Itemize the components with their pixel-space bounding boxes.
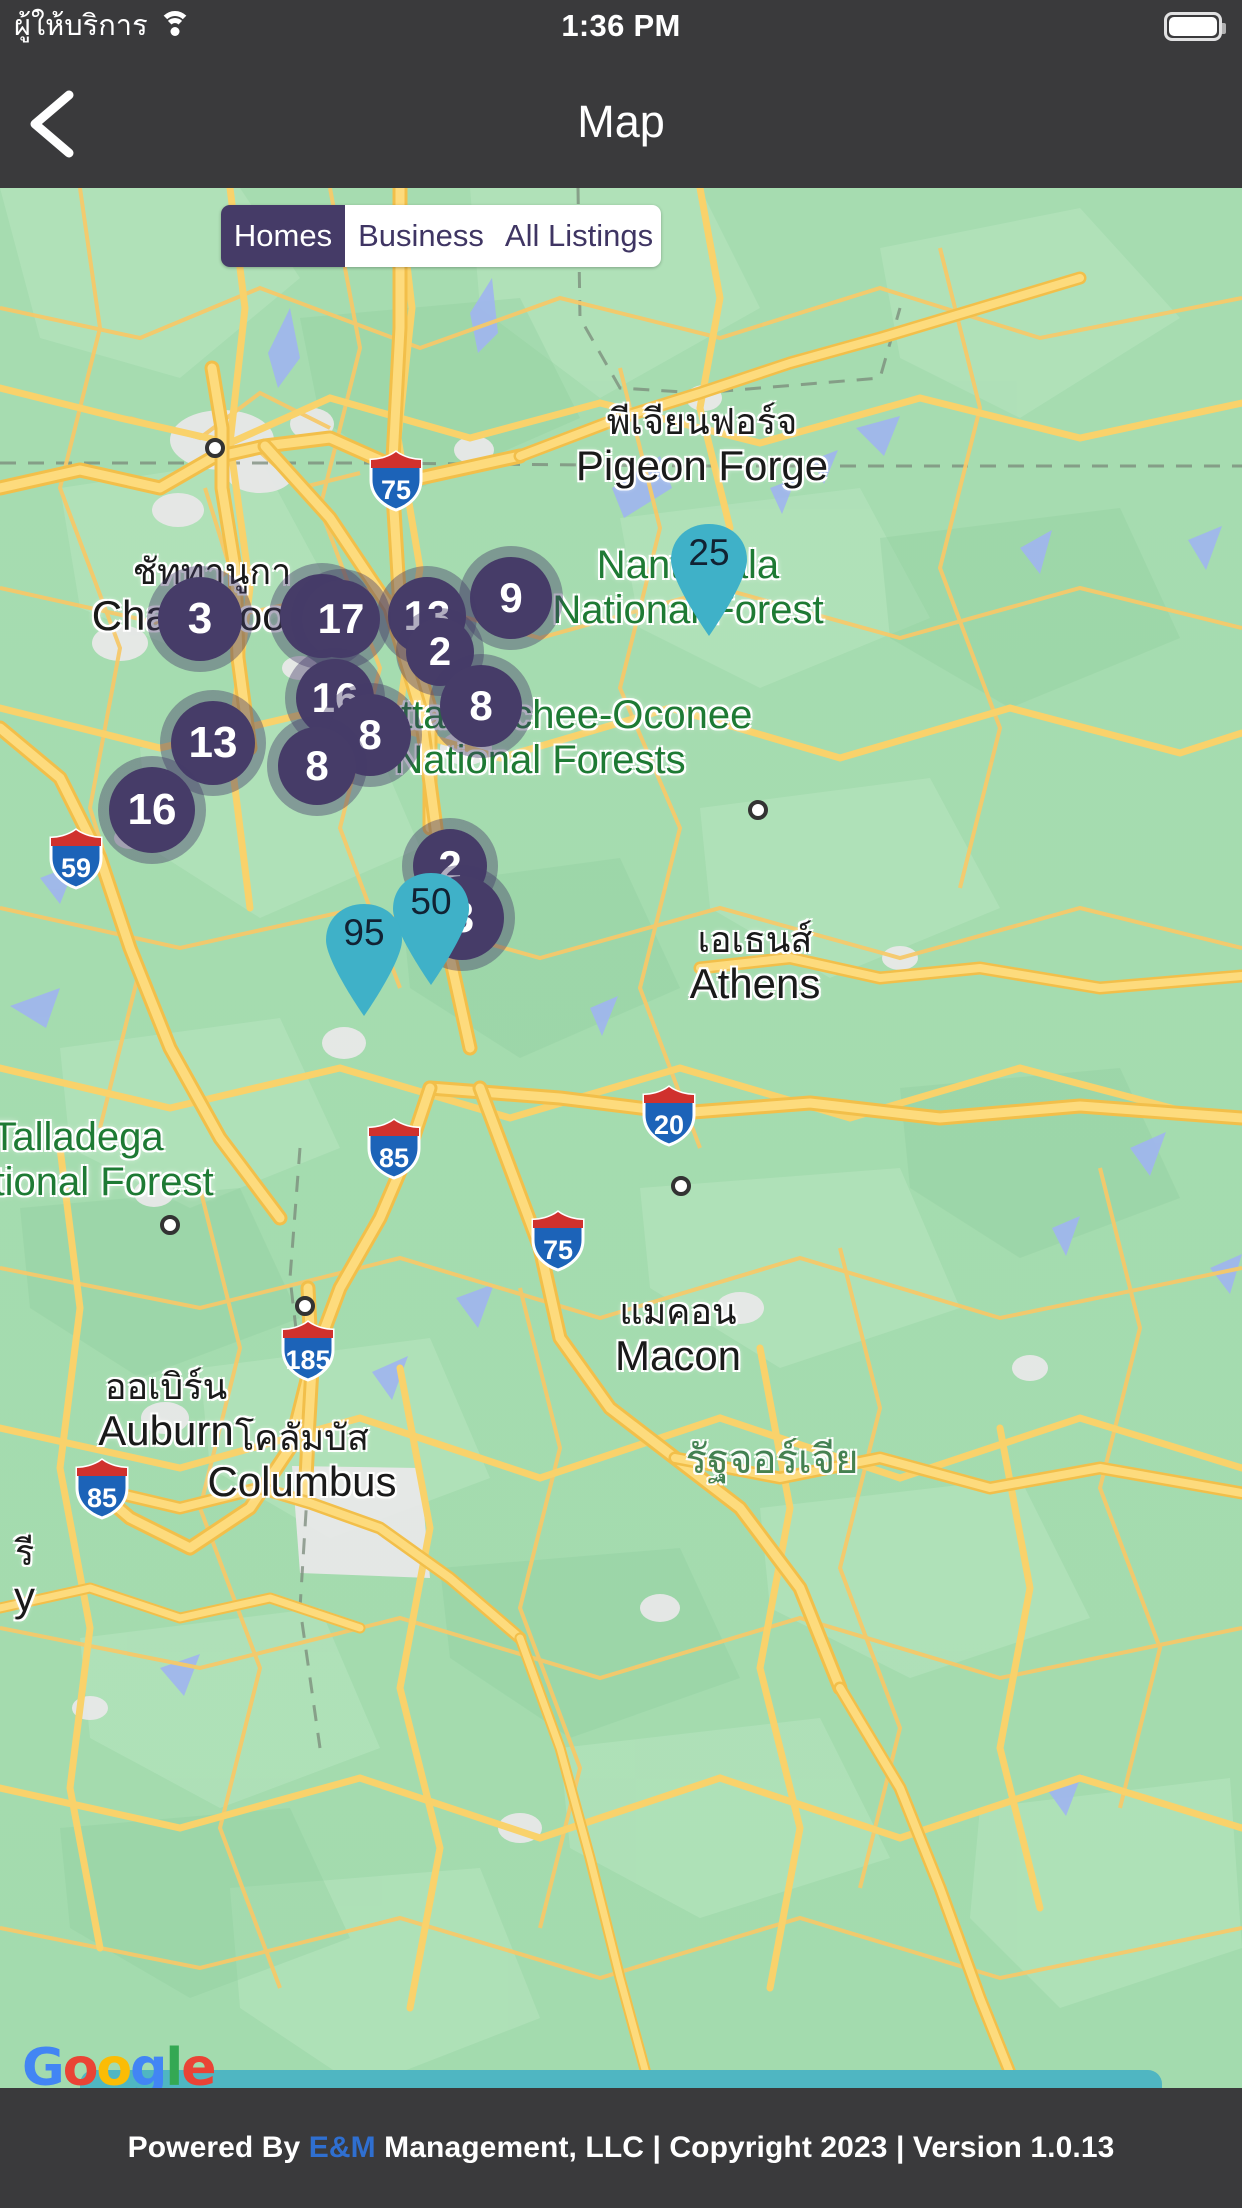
segment-business[interactable]: Business [345, 205, 497, 267]
highway-shield-number: 75 [380, 475, 412, 505]
map-pin-marker[interactable]: 25 [665, 522, 753, 638]
highway-shield-i59: 59 [48, 828, 104, 890]
map-cluster-count: 3 [187, 594, 213, 643]
highway-shield-i20: 20 [641, 1085, 697, 1147]
highway-shield-number: 85 [86, 1483, 118, 1513]
city-dot-macon [671, 1176, 691, 1196]
highway-shield-i75-south: 75 [530, 1210, 586, 1272]
map-cluster-marker[interactable]: 8 [429, 654, 533, 758]
map-cluster-count: 16 [127, 785, 177, 834]
highway-shield-i185: 185 [280, 1320, 336, 1382]
app-screen: ผู้ให้บริการ 1:36 PM Map Homes Business … [0, 0, 1242, 2208]
highway-shield-number: 185 [285, 1345, 331, 1375]
battery-icon [1164, 12, 1226, 41]
footer-credit: Powered By E&M Management, LLC | Copyrig… [128, 2131, 1115, 2165]
listing-type-segmented-control[interactable]: Homes Business All Listings [221, 205, 661, 267]
map-canvas[interactable]: Homes Business All Listings พีเจียนฟอร์จ… [0, 188, 1242, 2120]
highway-shield-number: 59 [60, 853, 92, 883]
highway-shield-number: 85 [378, 1143, 410, 1173]
footer-brand: E&M [308, 2131, 376, 2164]
highway-shield-number: 20 [653, 1110, 685, 1140]
city-dot-auburn [160, 1215, 180, 1235]
highway-shield-i85-auburn: 85 [74, 1458, 130, 1520]
map-pin-count: 95 [343, 912, 385, 953]
status-bar-time: 1:36 PM [561, 8, 681, 43]
map-cluster-marker[interactable]: 3 [147, 566, 253, 672]
map-cluster-count: 8 [469, 682, 493, 729]
map-cluster-count: 8 [305, 742, 329, 789]
page-title: Map [577, 96, 665, 147]
highway-shield-i85-atlanta: 85 [366, 1118, 422, 1180]
footer-bar: Powered By E&M Management, LLC | Copyrig… [0, 2088, 1242, 2208]
highway-shield-number: 75 [542, 1235, 574, 1265]
map-cluster-count: 9 [499, 574, 523, 621]
nav-bar: Map [0, 55, 1242, 188]
segment-homes[interactable]: Homes [221, 205, 345, 267]
city-dot-columbus [295, 1296, 315, 1316]
map-cluster-count: 17 [317, 595, 365, 642]
map-cluster-marker[interactable]: 16 [98, 756, 206, 864]
map-pin-marker[interactable]: 95 [320, 902, 408, 1018]
map-base-layer [0, 188, 1242, 2120]
footer-suffix: Management, LLC | Copyright 2023 | Versi… [375, 2131, 1115, 2164]
segment-all-listings[interactable]: All Listings [497, 205, 661, 267]
status-bar: ผู้ให้บริการ 1:36 PM [0, 0, 1242, 55]
map-cluster-marker[interactable]: 8 [267, 716, 367, 816]
map-cluster-count: 13 [188, 718, 238, 767]
city-dot-athens [748, 800, 768, 820]
footer-prefix: Powered By [127, 2131, 309, 2164]
highway-shield-i75-north: 75 [368, 450, 424, 512]
city-dot-chattanooga [205, 438, 225, 458]
map-pin-count: 25 [688, 532, 730, 573]
